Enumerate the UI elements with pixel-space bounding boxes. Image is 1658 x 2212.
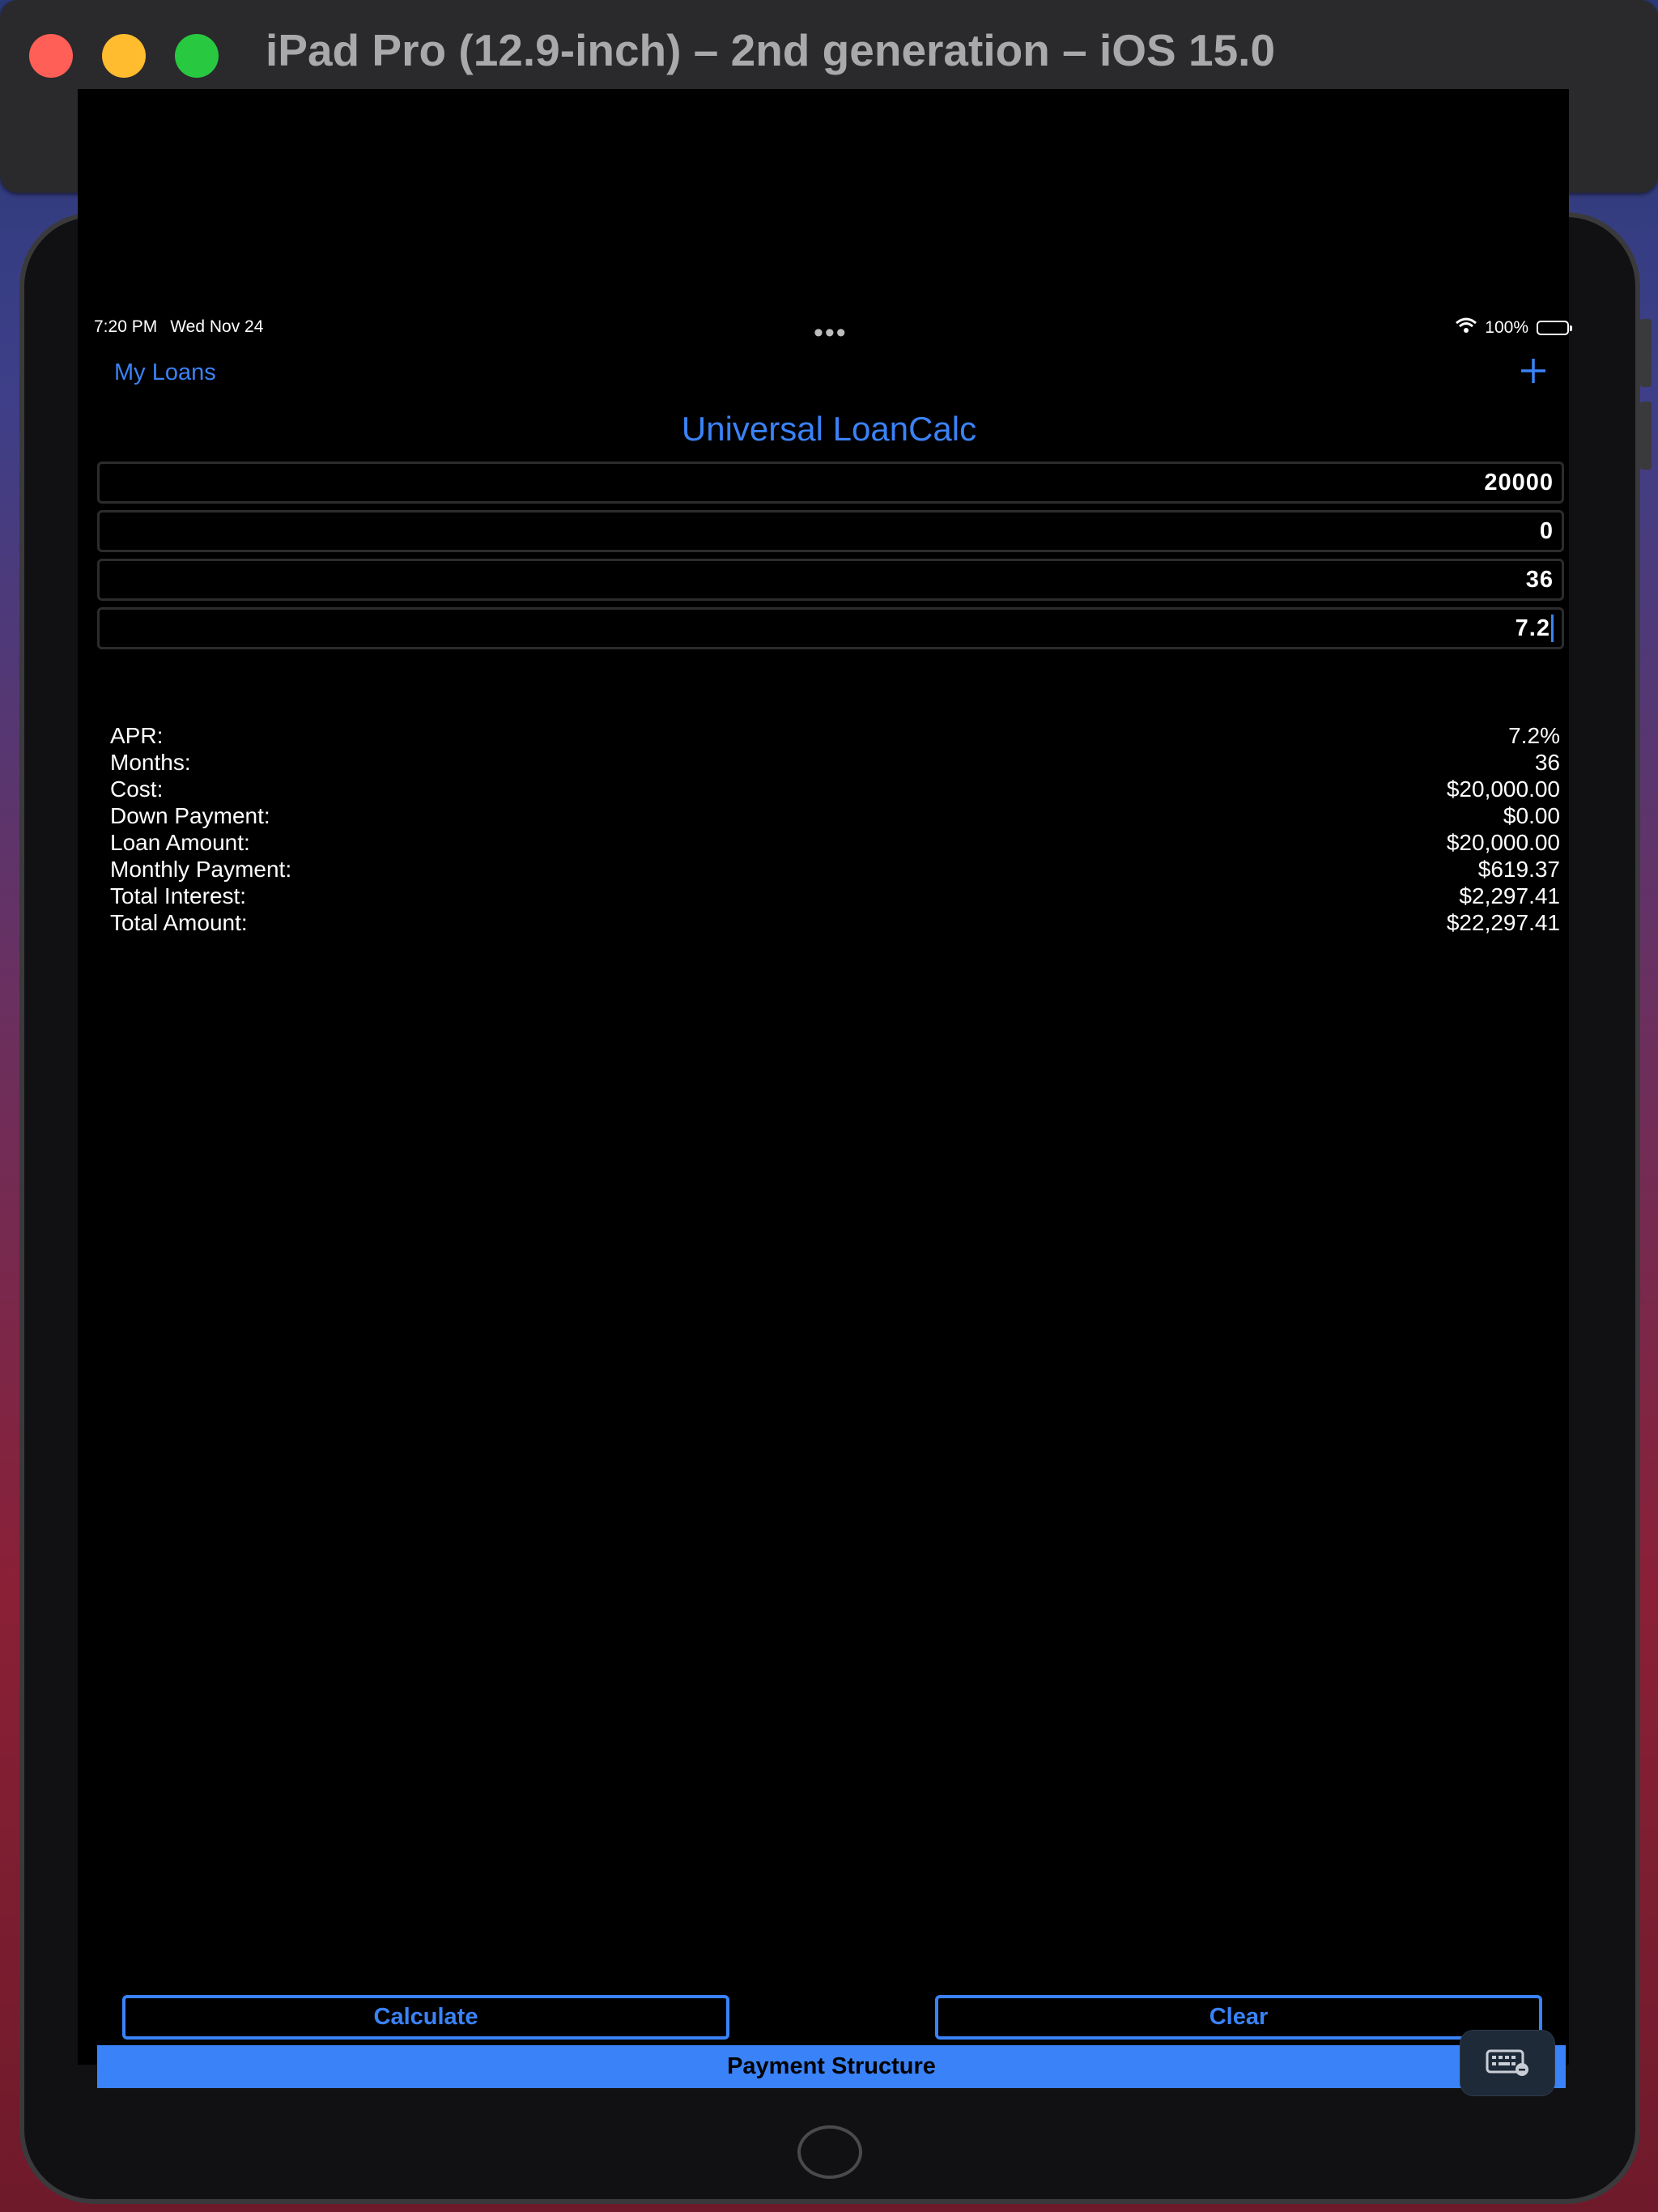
result-row-apr: APR: 7.2%: [110, 722, 1560, 749]
result-label: Loan Amount:: [110, 830, 250, 855]
result-value: $22,297.41: [1446, 910, 1560, 935]
wifi-icon: [1456, 317, 1477, 338]
result-label: APR:: [110, 723, 164, 748]
status-date: Wed Nov 24: [170, 317, 264, 336]
result-value: $0.00: [1503, 803, 1560, 828]
months-input[interactable]: 36: [97, 559, 1564, 601]
minimize-window-button[interactable]: [102, 34, 146, 78]
status-bar-time: 7:20 PM Wed Nov 24: [94, 317, 263, 337]
result-label: Monthly Payment:: [110, 857, 292, 882]
cost-input-value: 20000: [1484, 469, 1554, 496]
apr-input[interactable]: 7.2: [97, 607, 1564, 649]
result-row-total-interest: Total Interest: $2,297.41: [110, 883, 1560, 909]
result-value: $20,000.00: [1446, 776, 1560, 802]
months-input-value: 36: [1525, 566, 1554, 593]
result-row-total-amount: Total Amount: $22,297.41: [110, 909, 1560, 936]
home-button[interactable]: [797, 2125, 862, 2179]
result-row-monthly-payment: Monthly Payment: $619.37: [110, 856, 1560, 883]
result-label: Down Payment:: [110, 803, 270, 828]
result-value: 36: [1534, 750, 1560, 775]
result-label: Months:: [110, 750, 191, 775]
apr-input-value: 7.2: [1515, 615, 1550, 641]
result-row-cost: Cost: $20,000.00: [110, 776, 1560, 802]
close-window-button[interactable]: [29, 34, 73, 78]
down-payment-input-value: 0: [1539, 517, 1554, 544]
multitasking-dots[interactable]: •••: [814, 319, 848, 347]
result-row-loan-amount: Loan Amount: $20,000.00: [110, 829, 1560, 856]
window-title: iPad Pro (12.9-inch) – 2nd generation – …: [266, 25, 1276, 75]
result-value: 7.2%: [1508, 723, 1560, 748]
result-row-months: Months: 36: [110, 749, 1560, 776]
plus-icon[interactable]: [1514, 351, 1553, 390]
status-bar-right: 100%: [1456, 316, 1572, 340]
results-list: APR: 7.2% Months: 36 Cost: $20,000.00 Do…: [110, 722, 1560, 936]
result-value: $619.37: [1477, 857, 1560, 882]
keyboard-dismiss-icon[interactable]: [1460, 2031, 1554, 2095]
result-label: Cost:: [110, 776, 164, 802]
calculate-button[interactable]: Calculate: [122, 1995, 729, 2040]
page-title: Universal LoanCalc: [681, 410, 977, 448]
text-cursor: [1551, 615, 1554, 642]
battery-icon: [1537, 321, 1572, 335]
payment-structure-button[interactable]: Payment Structure: [97, 2045, 1566, 2088]
status-time: 7:20 PM: [94, 317, 158, 336]
result-value: $20,000.00: [1446, 830, 1560, 855]
result-label: Total Amount:: [110, 910, 248, 935]
down-payment-input[interactable]: 0: [97, 510, 1564, 552]
zoom-window-button[interactable]: [175, 34, 219, 78]
clear-button[interactable]: Clear: [935, 1995, 1542, 2040]
cost-input[interactable]: 20000: [97, 462, 1564, 504]
my-loans-button[interactable]: My Loans: [114, 359, 216, 386]
result-label: Total Interest:: [110, 883, 247, 908]
side-button: [1640, 319, 1652, 387]
result-row-down-payment: Down Payment: $0.00: [110, 802, 1560, 829]
result-value: $2,297.41: [1459, 883, 1560, 908]
app-screen: [78, 89, 1569, 2065]
battery-percent: 100%: [1485, 318, 1528, 337]
